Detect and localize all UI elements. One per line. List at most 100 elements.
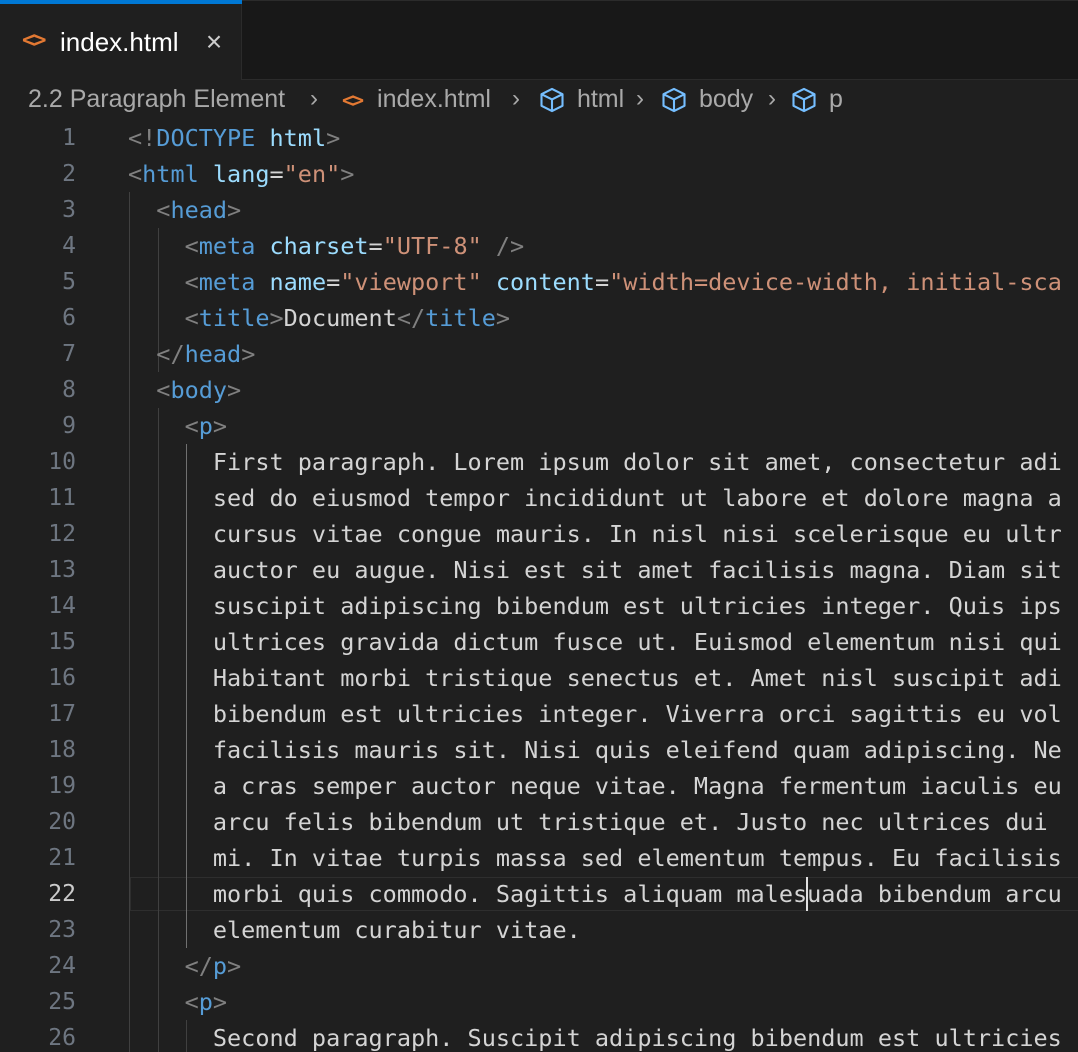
code-tag: body bbox=[170, 376, 228, 404]
code-content[interactable]: <head> bbox=[128, 192, 241, 228]
code-text: mi. In vitae turpis massa sed elementum … bbox=[128, 844, 1062, 872]
code-line[interactable]: 11 sed do eiusmod tempor incididunt ut l… bbox=[0, 480, 1078, 516]
code-line[interactable]: 22 morbi quis commodo. Sagittis aliquam … bbox=[0, 876, 1078, 912]
breadcrumb-file[interactable]: <> index.html bbox=[342, 80, 491, 118]
code-line[interactable]: 17 bibendum est ultricies integer. Viver… bbox=[0, 696, 1078, 732]
code-bracket: < bbox=[184, 412, 199, 440]
code-line[interactable]: 19 a cras semper auctor neque vitae. Mag… bbox=[0, 768, 1078, 804]
code-text: = bbox=[594, 268, 610, 296]
code-string: "UTF-8" bbox=[382, 232, 482, 260]
symbol-cube-icon bbox=[662, 88, 686, 113]
code-line[interactable]: 25 <p> bbox=[0, 984, 1078, 1020]
code-bracket: > bbox=[227, 952, 242, 980]
code-text: morbi quis commodo. Sagittis aliquam mal… bbox=[128, 880, 1062, 908]
code-line[interactable]: 26 Second paragraph. Suscipit adipiscing… bbox=[0, 1020, 1078, 1052]
code-content[interactable]: <p> bbox=[128, 984, 227, 1020]
code-content[interactable]: arcu felis bibendum ut tristique et. Jus… bbox=[128, 804, 1062, 840]
code-attribute: name bbox=[269, 268, 327, 296]
code-line[interactable]: 12 cursus vitae congue mauris. In nisl n… bbox=[0, 516, 1078, 552]
code-content[interactable]: </head> bbox=[128, 336, 255, 372]
code-line[interactable]: 23 elementum curabitur vitae. bbox=[0, 912, 1078, 948]
symbol-cube-icon bbox=[792, 88, 816, 113]
code-line[interactable]: 2 <html lang="en"> bbox=[0, 156, 1078, 192]
code-content[interactable]: Second paragraph. Suscipit adipiscing bi… bbox=[128, 1020, 1062, 1052]
code-content[interactable]: <body> bbox=[128, 372, 241, 408]
code-tag: meta bbox=[198, 268, 256, 296]
line-number: 5 bbox=[62, 269, 76, 295]
line-number: 12 bbox=[48, 521, 76, 547]
code-line[interactable]: 18 facilisis mauris sit. Nisi quis eleif… bbox=[0, 732, 1078, 768]
line-number: 17 bbox=[48, 701, 76, 727]
breadcrumb-symbol-html[interactable]: html bbox=[538, 80, 624, 118]
code-line[interactable]: 9 <p> bbox=[0, 408, 1078, 444]
active-tab-indicator bbox=[0, 0, 242, 4]
code-content[interactable]: a cras semper auctor neque vitae. Magna … bbox=[128, 768, 1062, 804]
code-line[interactable]: 6 <title>Document</title> bbox=[0, 300, 1078, 336]
code-content[interactable]: Habitant morbi tristique senectus et. Am… bbox=[128, 660, 1062, 696]
code-line[interactable]: 20 arcu felis bibendum ut tristique et. … bbox=[0, 804, 1078, 840]
breadcrumb-symbol-body[interactable]: body bbox=[660, 80, 753, 118]
code-line[interactable]: 1 <!DOCTYPE html> bbox=[0, 120, 1078, 156]
code-text: Second paragraph. Suscipit adipiscing bi… bbox=[128, 1024, 1062, 1052]
code-line[interactable]: 24 </p> bbox=[0, 948, 1078, 984]
code-bracket: > bbox=[495, 304, 511, 332]
code-content[interactable]: <p> bbox=[128, 408, 227, 444]
code-line[interactable]: 3 <head> bbox=[0, 192, 1078, 228]
code-content[interactable]: <html lang="en"> bbox=[128, 156, 354, 192]
code-line[interactable]: 7 </head> bbox=[0, 336, 1078, 372]
code-content[interactable]: </p> bbox=[128, 948, 242, 984]
code-string: "width=device-width, initial-sca bbox=[609, 268, 1062, 296]
code-line[interactable]: 4 <meta charset="UTF-8" /> bbox=[0, 228, 1078, 264]
code-editor[interactable]: 1 <!DOCTYPE html> 2 <html lang="en"> 3 <head… bbox=[0, 120, 1078, 1052]
code-content[interactable]: sed do eiusmod tempor incididunt ut labo… bbox=[128, 480, 1062, 516]
code-content[interactable]: cursus vitae congue mauris. In nisl nisi… bbox=[128, 516, 1062, 552]
code-line[interactable]: 8 <body> bbox=[0, 372, 1078, 408]
code-text: cursus vitae congue mauris. In nisl nisi… bbox=[128, 520, 1062, 548]
code-bracket: </ bbox=[396, 304, 426, 332]
code-content[interactable]: suscipit adipiscing bibendum est ultrici… bbox=[128, 588, 1062, 624]
code-line[interactable]: 10 First paragraph. Lorem ipsum dolor si… bbox=[0, 444, 1078, 480]
code-tag: head bbox=[184, 340, 242, 368]
code-tag: html bbox=[142, 160, 199, 188]
code-content[interactable]: elementum curabitur vitae. bbox=[128, 912, 581, 948]
editor-tab-bar: <> index.html × bbox=[0, 0, 1078, 80]
code-content[interactable]: <!DOCTYPE html> bbox=[128, 120, 340, 156]
code-bracket: > bbox=[340, 160, 355, 188]
code-line[interactable]: 5 <meta name="viewport" content="width=d… bbox=[0, 264, 1078, 300]
code-content[interactable]: auctor eu augue. Nisi est sit amet facil… bbox=[128, 552, 1062, 588]
code-content[interactable]: ultrices gravida dictum fusce ut. Euismo… bbox=[128, 624, 1062, 660]
code-attribute: content bbox=[495, 268, 595, 296]
code-bracket: > bbox=[269, 304, 284, 332]
code-content[interactable]: morbi quis commodo. Sagittis aliquam mal… bbox=[128, 876, 1062, 912]
line-number: 8 bbox=[62, 377, 76, 403]
line-number: 1 bbox=[62, 125, 76, 151]
code-content[interactable]: mi. In vitae turpis massa sed elementum … bbox=[128, 840, 1062, 876]
code-content[interactable]: bibendum est ultricies integer. Viverra … bbox=[128, 696, 1062, 732]
close-icon[interactable]: × bbox=[196, 24, 232, 60]
line-number: 11 bbox=[48, 485, 76, 511]
code-text: Habitant morbi tristique senectus et. Am… bbox=[128, 664, 1062, 692]
code-bracket: > bbox=[241, 340, 256, 368]
code-line[interactable]: 13 auctor eu augue. Nisi est sit amet fa… bbox=[0, 552, 1078, 588]
line-number: 10 bbox=[48, 449, 76, 475]
html-file-icon: <> bbox=[22, 28, 47, 53]
code-bracket: > bbox=[227, 196, 242, 224]
code-text: suscipit adipiscing bibendum est ultrici… bbox=[128, 592, 1062, 620]
breadcrumb-symbol-p[interactable]: p bbox=[790, 80, 843, 118]
breadcrumb-folder[interactable]: 2.2 Paragraph Element bbox=[28, 80, 285, 118]
code-content[interactable]: <meta charset="UTF-8" /> bbox=[128, 228, 525, 264]
code-line[interactable]: 15 ultrices gravida dictum fusce ut. Eui… bbox=[0, 624, 1078, 660]
code-attribute: html bbox=[269, 124, 327, 152]
code-line[interactable]: 21 mi. In vitae turpis massa sed element… bbox=[0, 840, 1078, 876]
code-content[interactable]: facilisis mauris sit. Nisi quis eleifend… bbox=[128, 732, 1062, 768]
code-content[interactable]: First paragraph. Lorem ipsum dolor sit a… bbox=[128, 444, 1062, 480]
code-content[interactable]: <meta name="viewport" content="width=dev… bbox=[128, 264, 1062, 300]
tab-label[interactable]: index.html bbox=[60, 24, 179, 60]
code-line[interactable]: 14 suscipit adipiscing bibendum est ultr… bbox=[0, 588, 1078, 624]
code-content[interactable]: <title>Document</title> bbox=[128, 300, 510, 336]
code-line[interactable]: 16 Habitant morbi tristique senectus et.… bbox=[0, 660, 1078, 696]
tab-index-html[interactable]: <> index.html × bbox=[0, 0, 242, 80]
